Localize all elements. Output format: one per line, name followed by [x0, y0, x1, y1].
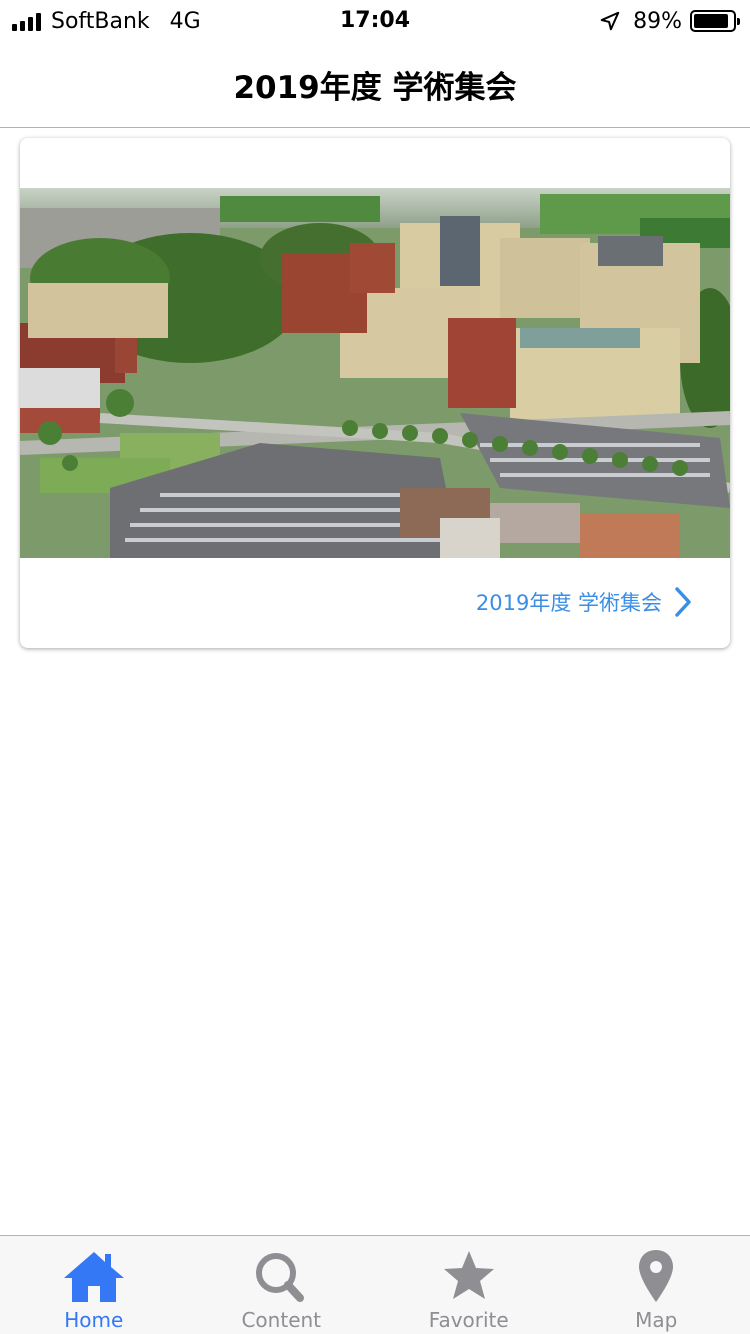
tab-favorite-label: Favorite [428, 1308, 509, 1332]
status-bar: SoftBank 4G 17:04 89% [0, 0, 750, 40]
status-right: 89% [599, 6, 740, 36]
tab-map-label: Map [635, 1308, 678, 1332]
campus-aerial-photo[interactable] [20, 188, 730, 558]
battery-fill [694, 14, 728, 28]
event-card[interactable]: 2019年度 学術集会 [20, 138, 730, 648]
battery-tip [737, 18, 740, 25]
page-title: 2019年度 学術集会 [233, 70, 517, 106]
search-icon [256, 1253, 305, 1302]
campus-aerial-illustration [20, 188, 730, 558]
tab-content-label: Content [241, 1308, 322, 1332]
tab-home-label: Home [64, 1308, 124, 1332]
battery-percent: 89% [633, 8, 682, 34]
star-icon [443, 1251, 494, 1299]
tab-bar: Home Content Favorite Map [0, 1235, 750, 1334]
battery-icon [690, 10, 740, 32]
card-link-label: 2019年度 学術集会 [475, 591, 662, 615]
card-link[interactable]: 2019年度 学術集会 [476, 586, 694, 618]
tab-content[interactable]: Content [188, 1236, 376, 1334]
map-pin-icon [639, 1250, 674, 1302]
navigation-bar: 2019年度 学術集会 [0, 40, 750, 128]
location-arrow-icon [600, 11, 620, 31]
home-icon [63, 1252, 124, 1302]
tab-home[interactable]: Home [0, 1236, 188, 1334]
chevron-right-icon [675, 587, 691, 617]
tab-map[interactable]: Map [563, 1236, 750, 1334]
tab-favorite[interactable]: Favorite [375, 1236, 563, 1334]
